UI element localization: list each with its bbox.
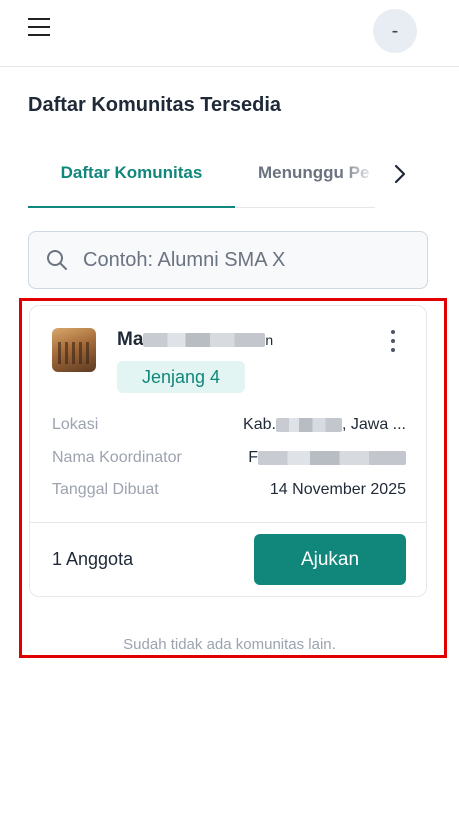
search-icon — [47, 250, 67, 270]
tab-divider — [235, 207, 375, 208]
end-of-list-note: Sudah tidak ada komunitas lain. — [123, 636, 336, 653]
tab-bar: Daftar Komunitas Menunggu Pe — [28, 158, 428, 210]
redacted-coordinator — [258, 451, 406, 465]
location-row: Lokasi Kab. , Jawa ... — [52, 414, 406, 436]
coordinator-label: Nama Koordinator — [52, 449, 182, 466]
top-app-bar: - — [0, 0, 459, 67]
community-thumbnail — [52, 328, 96, 372]
apply-button[interactable]: Ajukan — [254, 534, 406, 585]
location-suffix: , Jawa ... — [341, 416, 406, 433]
coordinator-value: F — [248, 447, 406, 469]
community-name-prefix: Ma — [117, 329, 144, 350]
location-value: Kab. , Jawa ... — [243, 414, 406, 436]
card-divider — [30, 522, 426, 523]
avatar[interactable]: - — [373, 9, 417, 53]
created-date-row: Tanggal Dibuat 14 November 2025 — [52, 479, 406, 501]
search-input[interactable] — [83, 248, 403, 272]
chevron-right-icon[interactable] — [388, 160, 412, 188]
search-box — [28, 231, 428, 289]
more-options-icon[interactable] — [387, 330, 399, 352]
tab-menunggu-persetujuan[interactable]: Menunggu Pe — [258, 158, 376, 208]
community-name-suffix: n — [265, 332, 274, 348]
hamburger-menu-icon[interactable] — [28, 18, 54, 40]
location-prefix: Kab. — [243, 416, 276, 433]
location-label: Lokasi — [52, 416, 99, 433]
created-value: 14 November 2025 — [269, 481, 406, 498]
redacted-name — [143, 333, 266, 347]
redacted-location — [275, 418, 342, 432]
coordinator-row: Nama Koordinator F — [52, 447, 406, 469]
level-badge: Jenjang 4 — [117, 361, 245, 393]
community-name: Ma n — [117, 329, 273, 351]
community-card: Ma n Jenjang 4 Lokasi Kab. , Jawa ... Na… — [29, 305, 427, 597]
avatar-text: - — [391, 19, 399, 42]
created-label: Tanggal Dibuat — [52, 481, 159, 498]
member-count: 1 Anggota — [52, 549, 134, 569]
tab-daftar-komunitas[interactable]: Daftar Komunitas — [28, 158, 235, 208]
coordinator-prefix: F — [248, 449, 258, 466]
page-title: Daftar Komunitas Tersedia — [28, 94, 282, 116]
